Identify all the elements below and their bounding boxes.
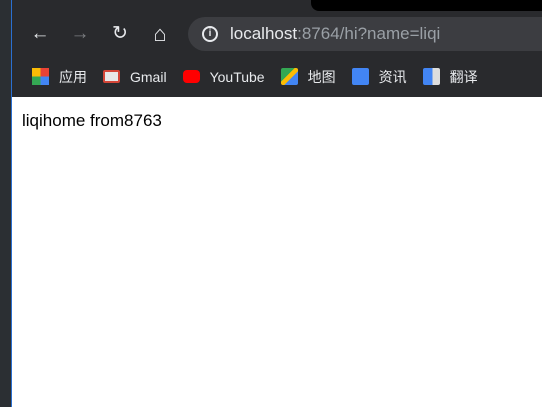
home-button[interactable]: ⌂ [148,22,172,46]
tab-strip [12,0,542,11]
bookmark-translate[interactable]: 翻译 [422,67,478,87]
tab-area [311,0,542,11]
bookmark-gmail[interactable]: Gmail [103,69,167,85]
bookmark-label: YouTube [209,68,265,85]
bookmark-label: 资讯 [378,68,407,85]
page-content: liqihome from8763 [12,97,542,407]
url-path: :8764/hi?name=liqi [297,24,441,43]
bookmark-label: 应用 [59,68,87,85]
bookmark-apps[interactable]: 应用 [32,67,87,87]
url-text[interactable]: localhost:8764/hi?name=liqi [230,24,440,44]
bookmark-label: 地图 [307,68,336,85]
bookmark-label: Gmail [130,68,167,85]
back-button[interactable]: ← [28,22,52,46]
bookmark-maps[interactable]: 地图 [280,67,336,87]
info-icon[interactable]: i [202,26,218,42]
toolbar: ← → ↻ ⌂ i localhost:8764/hi?name=liqi [12,11,542,56]
gmail-icon [103,70,120,83]
reload-button[interactable]: ↻ [108,22,132,46]
response-text: liqihome from8763 [22,111,162,130]
address-bar[interactable]: i localhost:8764/hi?name=liqi [188,17,542,51]
translate-icon [422,68,440,85]
browser-window: ← → ↻ ⌂ i localhost:8764/hi?name=liqi 应用… [11,0,542,407]
bookmark-label: 翻译 [449,68,478,85]
maps-icon [280,68,298,85]
youtube-icon [182,70,200,83]
news-icon [351,68,369,85]
bookmarks-bar: 应用 Gmail YouTube 地图 资讯 翻译 [12,56,542,97]
bookmark-youtube[interactable]: YouTube [182,68,265,85]
url-host: localhost [230,24,298,43]
bookmark-news[interactable]: 资讯 [351,67,407,87]
apps-grid-icon [32,68,49,85]
forward-button[interactable]: → [68,22,92,46]
